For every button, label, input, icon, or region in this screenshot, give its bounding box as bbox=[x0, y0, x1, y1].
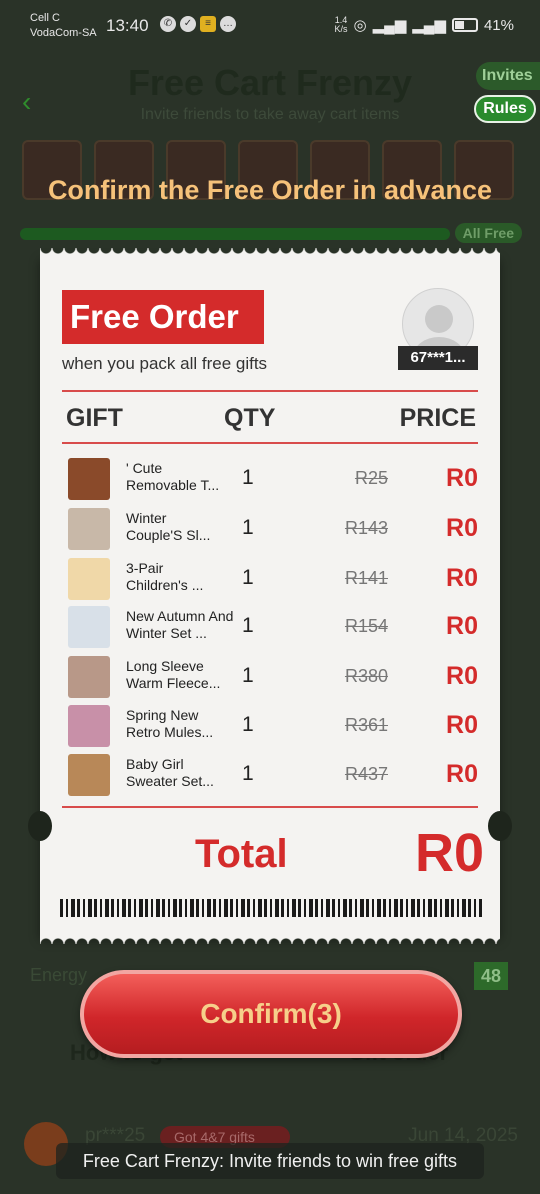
col-qty: QTY bbox=[224, 404, 276, 432]
receipt-edge-bottom bbox=[40, 932, 500, 944]
confirm-button[interactable]: Confirm(3) bbox=[80, 970, 462, 1058]
barcode bbox=[60, 899, 482, 917]
energy-value: 48 bbox=[474, 962, 508, 990]
gift-image bbox=[68, 705, 110, 747]
rules-button[interactable]: Rules bbox=[474, 95, 536, 123]
gift-price: R0 bbox=[446, 464, 478, 492]
chat-icon: … bbox=[220, 16, 236, 32]
gift-qty: 1 bbox=[242, 762, 254, 785]
signal-icon: ▂▄▆ bbox=[372, 17, 407, 34]
gift-price: R0 bbox=[446, 711, 478, 739]
col-gift: GIFT bbox=[66, 404, 123, 432]
gift-original-price: R361 bbox=[344, 715, 388, 735]
gift-row: Winter Couple'S Sl... 1 R143 R0 bbox=[62, 508, 478, 552]
free-order-subtitle: when you pack all free gifts bbox=[62, 354, 268, 373]
network-speed: 1.4 K/s bbox=[334, 15, 348, 34]
carrier-info: Cell C VodaCom-SA bbox=[30, 11, 97, 41]
divider bbox=[62, 442, 478, 444]
toast-message: Free Cart Frenzy: Invite friends to win … bbox=[56, 1143, 484, 1179]
status-bar: Cell C VodaCom-SA 13:40 ✆ ✓ ≡ … 1.4 K/s ◎… bbox=[0, 0, 540, 52]
hotspot-icon: ◎ bbox=[353, 17, 367, 34]
invites-button[interactable]: Invites bbox=[476, 62, 540, 90]
gift-row: Long Sleeve Warm Fleece... 1 R380 R0 bbox=[62, 656, 478, 700]
page-title: Free Cart Frenzy bbox=[127, 62, 413, 103]
gift-name: New Autumn And Winter Set ... bbox=[126, 608, 234, 641]
vpn-icon: ✓ bbox=[180, 16, 196, 32]
gift-name: Long Sleeve Warm Fleece... bbox=[126, 658, 221, 691]
free-order-tag: Free Order bbox=[62, 290, 264, 344]
gift-qty: 1 bbox=[242, 614, 254, 637]
gift-image bbox=[68, 606, 110, 648]
gift-original-price: R25 bbox=[354, 468, 388, 488]
signal-icon-2: ▂▄▆ bbox=[412, 17, 446, 34]
gift-row: New Autumn And Winter Set ... 1 R154 R0 bbox=[62, 606, 478, 650]
receipt-notch-right bbox=[488, 811, 512, 841]
gift-row: Spring New Retro Mules... 1 R361 R0 bbox=[62, 705, 478, 749]
gift-row: ' Cute Removable T... 1 R25 R0 bbox=[62, 458, 478, 502]
gift-price: R0 bbox=[446, 564, 478, 592]
gift-name: Spring New Retro Mules... bbox=[126, 707, 214, 740]
energy-label: Energy bbox=[30, 965, 88, 985]
gift-image bbox=[68, 558, 110, 600]
app-icon: ≡ bbox=[200, 16, 216, 32]
all-free-badge: All Free bbox=[454, 223, 522, 243]
divider bbox=[62, 806, 478, 808]
gift-image bbox=[68, 754, 110, 796]
receipt-edge-top bbox=[40, 248, 500, 260]
gift-original-price: R380 bbox=[344, 666, 388, 686]
gift-image bbox=[68, 508, 110, 550]
carrier-name-2: VodaCom-SA bbox=[30, 27, 97, 39]
gift-name: 3-Pair Children's ... bbox=[126, 560, 204, 593]
gift-name: ' Cute Removable T... bbox=[126, 460, 220, 493]
gift-qty: 1 bbox=[242, 466, 254, 489]
username-label: 67***1... bbox=[398, 346, 478, 370]
gift-price: R0 bbox=[446, 760, 478, 788]
gift-qty: 1 bbox=[242, 664, 254, 687]
gift-name: Baby Girl Sweater Set... bbox=[126, 756, 214, 789]
progress-bar bbox=[20, 228, 450, 240]
gift-original-price: R154 bbox=[344, 616, 388, 636]
clock: 13:40 bbox=[106, 16, 149, 35]
gift-name: Winter Couple'S Sl... bbox=[126, 510, 211, 543]
battery-percent: 41% bbox=[483, 16, 514, 34]
modal-heading: Confirm the Free Order in advance bbox=[47, 175, 493, 205]
gift-image bbox=[68, 656, 110, 698]
gift-original-price: R143 bbox=[344, 518, 388, 538]
carrier-name: Cell C bbox=[30, 12, 60, 24]
gift-row: 3-Pair Children's ... 1 R141 R0 bbox=[62, 558, 478, 602]
col-price: PRICE bbox=[399, 404, 476, 432]
gift-qty: 1 bbox=[242, 516, 254, 539]
free-order-receipt: Free Order when you pack all free gifts … bbox=[28, 248, 512, 944]
total-value: R0 bbox=[414, 823, 484, 883]
gift-qty: 1 bbox=[242, 713, 254, 736]
gift-original-price: R141 bbox=[344, 568, 388, 588]
gift-row: Baby Girl Sweater Set... 1 R437 R0 bbox=[62, 754, 478, 798]
gift-price: R0 bbox=[446, 514, 478, 542]
gift-price: R0 bbox=[446, 612, 478, 640]
gift-image bbox=[68, 458, 110, 500]
battery-icon bbox=[451, 18, 478, 32]
total-label: Total bbox=[195, 832, 288, 876]
gift-original-price: R437 bbox=[344, 764, 388, 784]
whatsapp-icon: ✆ bbox=[160, 16, 176, 32]
gift-price: R0 bbox=[446, 662, 478, 690]
receipt-notch-left bbox=[28, 811, 52, 841]
page-subtitle: Invite friends to take away cart items bbox=[140, 106, 400, 123]
divider bbox=[62, 390, 478, 392]
gift-qty: 1 bbox=[242, 566, 254, 589]
